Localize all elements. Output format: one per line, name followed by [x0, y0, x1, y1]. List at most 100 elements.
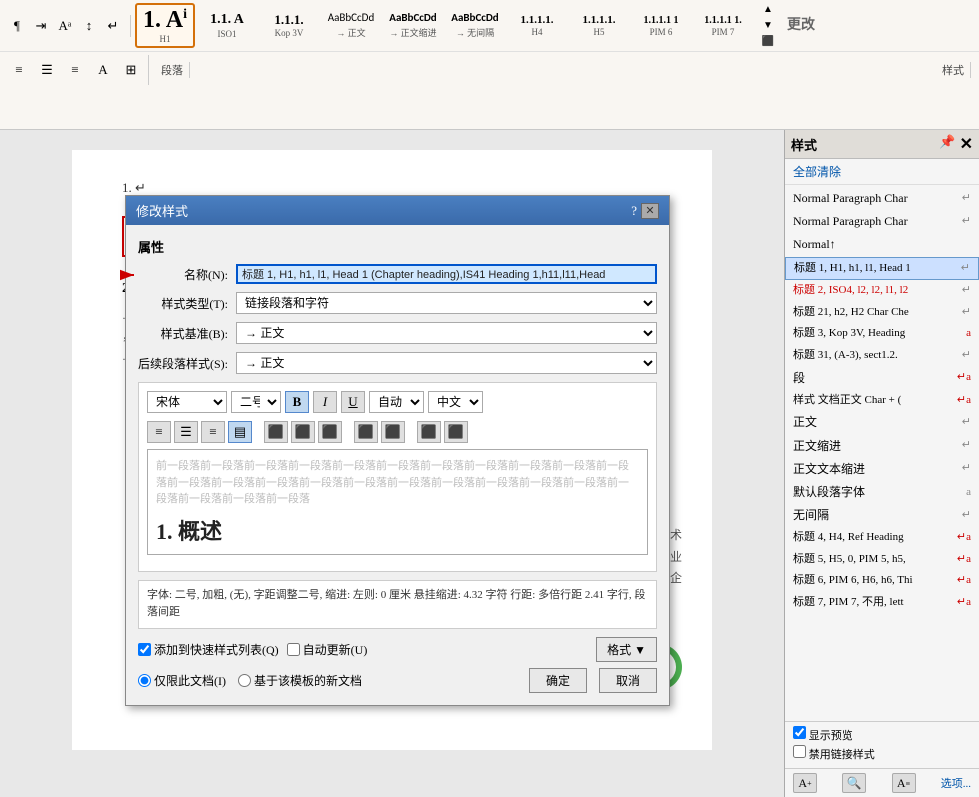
list-item[interactable]: 标题 31, (A-3), sect1.2. ↵ — [785, 345, 979, 367]
list-outdent-btn[interactable]: ⬛ — [381, 421, 405, 443]
color-icon[interactable]: A — [92, 59, 114, 81]
align-center-icon[interactable]: ☰ — [36, 59, 58, 81]
gallery-down-icon[interactable]: ▼ — [757, 19, 779, 33]
style-more-btn[interactable]: 更改 — [781, 16, 821, 35]
list-item[interactable]: 标题 6, PIM 6, H6, h6, Thi ↵a — [785, 570, 979, 592]
add-quickstyle-checkbox[interactable] — [138, 643, 151, 656]
ok-button[interactable]: 确定 — [529, 668, 587, 693]
dialog-next-style-select[interactable]: → 正文 — [236, 352, 657, 374]
style-normal[interactable]: AaBbCcDd → 正文 — [321, 10, 381, 40]
style-kop3v-preview: 1.1.1. — [274, 13, 303, 27]
dialog-based-on-select[interactable]: → 正文 — [236, 322, 657, 344]
manage-styles-btn[interactable]: A≡ — [892, 773, 916, 793]
align-left2-btn[interactable]: ⬛ — [264, 421, 288, 443]
list-item[interactable]: 正文文本缩进 ↵ — [785, 458, 979, 481]
font-size-select[interactable]: 二号 — [231, 391, 281, 413]
move-up-btn[interactable]: ⬛ — [417, 421, 441, 443]
style-iso1[interactable]: 1.1. A ISO1 — [197, 10, 257, 40]
preview-sample-text: 前一段落前一段落前一段落前一段落前一段落前一段落前一段落前一段落前一段落前一段落… — [156, 458, 639, 508]
dialog-name-input[interactable] — [236, 264, 657, 284]
paragraph-icon[interactable]: ¶ — [6, 15, 28, 37]
style-pim7[interactable]: 1.1.1.1 1. PIM 7 — [693, 13, 753, 39]
auto-update-label[interactable]: 自动更新(U) — [287, 641, 368, 658]
dialog-style-type-select[interactable]: 链接段落和字符 — [236, 292, 657, 314]
font-name-select[interactable]: 宋体 — [147, 391, 227, 413]
dialog-help-btn[interactable]: ? — [631, 203, 637, 219]
auto-update-checkbox[interactable] — [287, 643, 300, 656]
style-normal-condensed[interactable]: AaBbCcDd → 正文缩进 — [383, 10, 443, 40]
align-left-icon[interactable]: ≡ — [8, 59, 30, 81]
close-panel-icon[interactable]: ✕ — [960, 134, 973, 154]
only-this-doc-radio[interactable] — [138, 674, 151, 687]
align-right-icon[interactable]: ≡ — [64, 59, 86, 81]
list-item[interactable]: 标题 1, H1, h1, l1, Head 1 ↵ — [785, 257, 979, 281]
list-item[interactable]: 标题 3, Kop 3V, Heading a — [785, 323, 979, 345]
add-quickstyle-label[interactable]: 添加到快速样式列表(Q) — [138, 641, 279, 658]
style-indicator: ↵ — [962, 507, 971, 525]
disable-linked-input[interactable] — [793, 745, 806, 758]
align-center2-btn[interactable]: ⬛ — [291, 421, 315, 443]
align-right-btn[interactable]: ≡ — [201, 421, 225, 443]
align-justify-btn[interactable]: ▤ — [228, 421, 252, 443]
list-item[interactable]: 标题 7, PIM 7, 不用, lett ↵a — [785, 592, 979, 614]
cancel-button[interactable]: 取消 — [599, 668, 657, 693]
list-item[interactable]: 正文缩进 ↵ — [785, 435, 979, 458]
styles-list: Normal Paragraph Char ↵ Normal Paragraph… — [785, 185, 979, 721]
list-item[interactable]: Normal↑ — [785, 233, 979, 256]
style-indicator: a — [966, 484, 971, 502]
underline-btn[interactable]: U — [341, 391, 365, 413]
pilcrow-icon[interactable]: ↵ — [102, 15, 124, 37]
align-left-btn[interactable]: ≡ — [147, 421, 171, 443]
list-item[interactable]: 标题 5, H5, 0, PIM 5, h5, ↵a — [785, 549, 979, 571]
sort-icon[interactable]: ↕ — [78, 15, 100, 37]
align-right2-btn[interactable]: ⬛ — [318, 421, 342, 443]
style-pim6[interactable]: 1.1.1.1 1 PIM 6 — [631, 13, 691, 39]
style-icon[interactable]: Aᵃ — [54, 15, 76, 37]
italic-btn[interactable]: I — [313, 391, 337, 413]
style-link-indicator: ↵a — [957, 572, 971, 590]
style-h5[interactable]: 1.1.1.1. H5 — [569, 12, 629, 39]
list-item[interactable]: Normal Paragraph Char ↵ — [785, 187, 979, 210]
options-link[interactable]: 选项... — [941, 775, 971, 791]
color-select[interactable]: 自动 — [369, 391, 424, 413]
list-item[interactable]: 样式 文档正文 Char + ( ↵a — [785, 390, 979, 412]
inspect-style-btn[interactable]: 🔍 — [842, 773, 866, 793]
disable-linked-checkbox[interactable]: 禁用链接样式 — [793, 745, 971, 762]
only-this-doc-label[interactable]: 仅限此文档(I) — [138, 672, 226, 689]
gallery-up-icon[interactable]: ▲ — [757, 3, 779, 17]
list-item[interactable]: Normal Paragraph Char ↵ — [785, 210, 979, 233]
language-select[interactable]: 中文 — [428, 391, 483, 413]
move-down-btn[interactable]: ⬛ — [444, 421, 468, 443]
modify-style-dialog[interactable]: 修改样式 ? ✕ 属性 — [125, 195, 670, 706]
list-item[interactable]: 无间隔 ↵ — [785, 504, 979, 527]
clear-all-btn[interactable]: 全部清除 — [785, 159, 979, 185]
style-normal-preview: AaBbCcDd — [328, 12, 374, 24]
list-indent-btn[interactable]: ⬛ — [354, 421, 378, 443]
pin-icon[interactable]: 📌 — [939, 134, 955, 154]
gallery-expand-icon[interactable]: ⬛ — [757, 35, 779, 49]
list-item[interactable]: 标题 4, H4, Ref Heading ↵a — [785, 527, 979, 549]
new-style-btn[interactable]: A+ — [793, 773, 817, 793]
style-h1[interactable]: 1. Ai H1 — [135, 3, 195, 48]
show-preview-input[interactable] — [793, 726, 806, 739]
list-item[interactable]: 段 ↵a — [785, 367, 979, 390]
format-toolbar: 宋体 二号 B I U 自动 — [147, 391, 648, 413]
dialog-radio-group: 仅限此文档(I) 基于该模板的新文档 确定 取消 — [138, 668, 657, 693]
list-item[interactable]: 标题 2, ISO4, l2, l2, l1, l2 ↵ — [785, 280, 979, 302]
format-dropdown-btn[interactable]: 格式 ▼ — [596, 637, 657, 662]
style-kop3v[interactable]: 1.1.1. Kop 3V — [259, 11, 319, 40]
based-on-template-radio[interactable] — [238, 674, 251, 687]
more-para-icon[interactable]: ⊞ — [120, 59, 142, 81]
dialog-title: 修改样式 — [136, 201, 188, 220]
dialog-close-btn[interactable]: ✕ — [641, 203, 659, 219]
list-item[interactable]: 标题 21, h2, H2 Char Che ↵ — [785, 302, 979, 324]
list-item[interactable]: 默认段落字体 a — [785, 481, 979, 504]
style-h4[interactable]: 1.1.1.1. H4 — [507, 12, 567, 39]
indent-icon[interactable]: ⇥ — [30, 15, 52, 37]
list-item[interactable]: 正文 ↵ — [785, 411, 979, 434]
align-center-btn[interactable]: ☰ — [174, 421, 198, 443]
based-on-template-label[interactable]: 基于该模板的新文档 — [238, 672, 362, 689]
bold-btn[interactable]: B — [285, 391, 309, 413]
show-preview-checkbox[interactable]: 显示预览 — [793, 726, 971, 743]
style-no-space[interactable]: AaBbCcDd → 无间隔 — [445, 10, 505, 40]
